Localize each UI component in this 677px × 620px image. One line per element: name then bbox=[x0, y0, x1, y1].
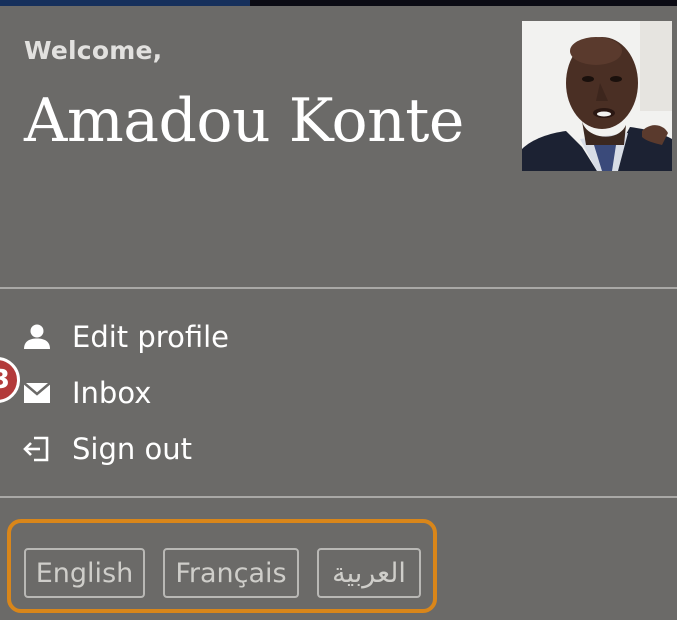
envelope-icon bbox=[22, 378, 52, 408]
top-strip bbox=[0, 0, 677, 6]
sign-out-link[interactable]: Sign out bbox=[22, 427, 192, 471]
welcome-text: Welcome, bbox=[24, 36, 163, 65]
inbox-label: Inbox bbox=[72, 376, 152, 410]
edit-profile-label: Edit profile bbox=[72, 320, 229, 354]
sign-out-icon bbox=[22, 434, 52, 464]
inbox-link[interactable]: Inbox bbox=[22, 371, 151, 415]
avatar[interactable] bbox=[522, 21, 672, 171]
sign-out-label: Sign out bbox=[72, 432, 192, 466]
inbox-count-badge: 3 bbox=[0, 357, 20, 403]
language-french-button[interactable]: Français bbox=[163, 548, 299, 598]
divider bbox=[0, 287, 677, 289]
user-name: Amadou Konte bbox=[24, 86, 464, 156]
avatar-photo bbox=[522, 21, 672, 171]
divider bbox=[0, 496, 677, 498]
language-arabic-button[interactable]: العربية bbox=[317, 548, 421, 598]
top-strip-accent bbox=[0, 0, 250, 6]
user-icon bbox=[22, 322, 52, 352]
edit-profile-link[interactable]: Edit profile bbox=[22, 315, 229, 359]
language-english-button[interactable]: English bbox=[24, 548, 145, 598]
